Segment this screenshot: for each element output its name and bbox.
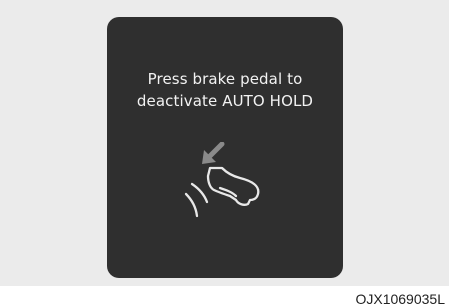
message-line-2: deactivate AUTO HOLD xyxy=(136,92,314,110)
press-arrow-icon xyxy=(202,142,225,164)
figure-frame: Press brake pedal to deactivate AUTO HOL… xyxy=(0,0,449,286)
figure-reference-code: OJX1069035L xyxy=(351,290,447,307)
brake-pedal-icon xyxy=(184,182,209,218)
display-message: Press brake pedal to deactivate AUTO HOL… xyxy=(107,68,343,112)
shoe-icon xyxy=(206,166,260,206)
foot-press-brake-pedal-icon xyxy=(184,142,260,218)
cluster-display-panel: Press brake pedal to deactivate AUTO HOL… xyxy=(107,17,343,278)
message-line-1: Press brake pedal to xyxy=(147,70,303,88)
